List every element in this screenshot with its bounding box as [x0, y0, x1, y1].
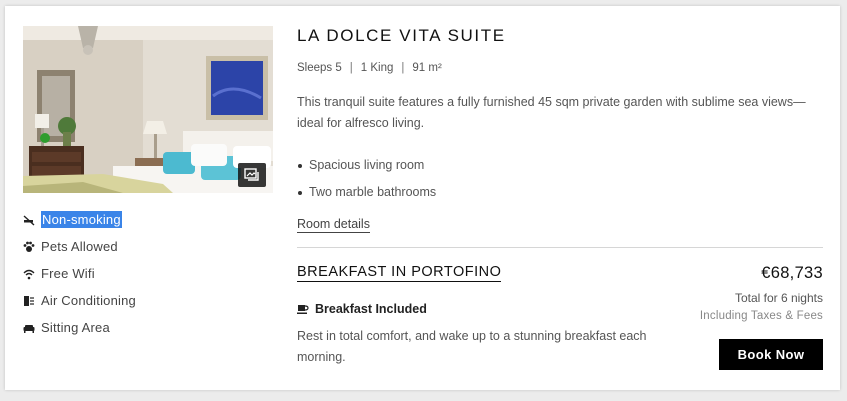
highlight-item: Spacious living room — [297, 152, 436, 179]
room-title: LA DOLCE VITA SUITE — [297, 26, 506, 45]
room-specs: Sleeps 5 | 1 King | 91 m² — [297, 62, 442, 74]
spec-bed: 1 King — [360, 62, 394, 74]
total-price: €68,733 — [761, 264, 823, 282]
rate-description: Rest in total comfort, and wake up to a … — [297, 329, 647, 364]
feature-label: Air Conditioning — [41, 293, 136, 308]
room-photo-image — [23, 26, 273, 193]
room-description: This tranquil suite features a fully fur… — [297, 95, 806, 130]
book-now-button[interactable]: Book Now — [719, 339, 823, 370]
photo-gallery-button[interactable] — [238, 163, 266, 187]
feature-non-smoking: Non-smoking — [23, 206, 136, 233]
taxes-note: Including Taxes & Fees — [699, 310, 823, 322]
room-highlights: Spacious living room Two marble bathroom… — [297, 152, 436, 206]
coffee-cup-icon — [297, 304, 309, 315]
feature-label: Free Wifi — [41, 266, 95, 281]
room-features-list: Non-smoking Pets Allowed Free Wifi Air C… — [23, 206, 136, 341]
air-conditioning-icon — [23, 295, 35, 307]
meal-plan: Breakfast Included — [297, 302, 427, 316]
room-photo[interactable] — [23, 26, 273, 193]
sofa-icon — [23, 322, 35, 334]
no-smoking-icon — [23, 214, 35, 226]
highlight-item: Two marble bathrooms — [297, 179, 436, 206]
meal-label: Breakfast Included — [315, 302, 427, 316]
wifi-icon — [23, 268, 35, 280]
spec-sleeps: Sleeps 5 — [297, 62, 342, 74]
room-details-link[interactable]: Room details — [297, 217, 370, 233]
nights-summary: Total for 6 nights — [734, 291, 823, 305]
feature-label: Sitting Area — [41, 320, 110, 335]
feature-air-conditioning: Air Conditioning — [23, 287, 136, 314]
feature-label: Non-smoking — [41, 211, 122, 228]
spec-separator: | — [401, 62, 405, 74]
divider — [297, 247, 823, 248]
feature-sitting-area: Sitting Area — [23, 314, 136, 341]
paw-icon — [23, 241, 35, 253]
feature-label: Pets Allowed — [41, 239, 118, 254]
spec-separator: | — [349, 62, 353, 74]
spec-size: 91 m² — [412, 62, 442, 74]
image-gallery-icon — [244, 168, 260, 182]
feature-pets-allowed: Pets Allowed — [23, 233, 136, 260]
room-card: Non-smoking Pets Allowed Free Wifi Air C… — [5, 6, 840, 390]
feature-free-wifi: Free Wifi — [23, 260, 136, 287]
rate-title-link[interactable]: BREAKFAST IN PORTOFINO — [297, 264, 502, 282]
